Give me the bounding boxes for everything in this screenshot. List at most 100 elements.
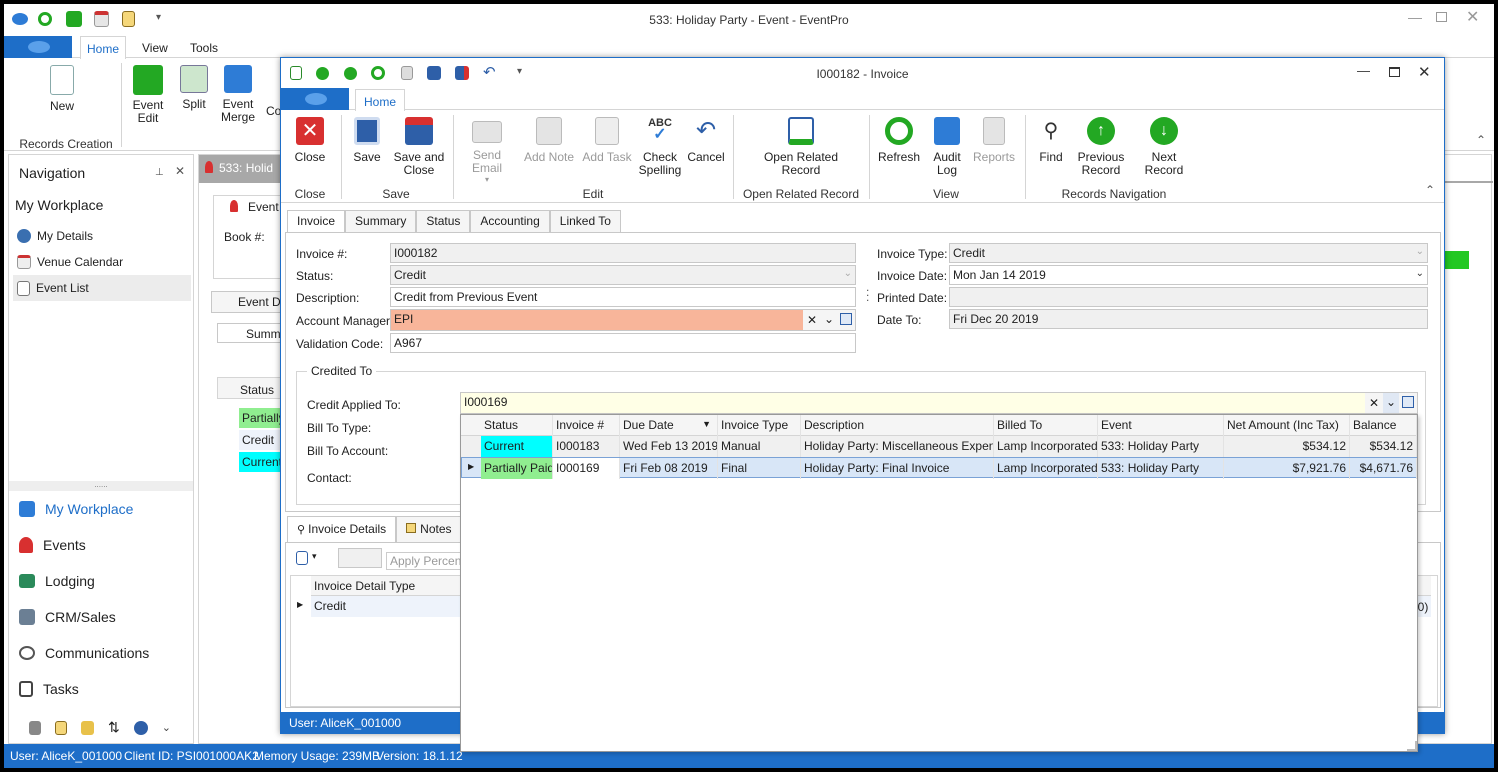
tab-notes[interactable]: Notes: [396, 516, 462, 542]
close-icon[interactable]: ✕: [1418, 63, 1431, 81]
validation-code-field[interactable]: A967: [390, 333, 856, 353]
tab-linked-to[interactable]: Linked To: [549, 210, 621, 232]
chevron-down-icon[interactable]: ⌄: [1416, 268, 1424, 279]
tab-home[interactable]: Home: [355, 89, 405, 111]
check-spelling-button[interactable]: ABC ✓ Check Spelling: [637, 117, 683, 177]
nav-close-icon[interactable]: ✕: [175, 164, 185, 178]
invoice-type-field[interactable]: Credit ⌄: [949, 243, 1428, 263]
col-due-date[interactable]: Due Date ▼: [620, 415, 718, 436]
bill-to-type-label: Bill To Type:: [307, 421, 372, 435]
next-record-button[interactable]: ↓ Next Record: [1131, 117, 1197, 177]
maximize-icon[interactable]: [1389, 67, 1400, 77]
undo-icon: ↶: [695, 117, 717, 144]
tab-status[interactable]: Status: [416, 210, 471, 232]
invoice-date-field[interactable]: Mon Jan 14 2019 ⌄: [949, 265, 1428, 285]
event-details-tab[interactable]: Event De: [211, 291, 291, 313]
col-status[interactable]: Status: [481, 415, 553, 436]
clear-icon[interactable]: ✕: [803, 310, 821, 330]
file-menu-button[interactable]: [281, 88, 349, 110]
save-and-close-button[interactable]: Save and Close: [393, 117, 445, 177]
lookup-icon[interactable]: [837, 310, 855, 330]
lookup-icon[interactable]: [1399, 393, 1417, 413]
close-icon[interactable]: ✕: [1466, 7, 1479, 27]
tab-invoice-details[interactable]: ⚲ Invoice Details: [287, 516, 397, 542]
chevron-down-icon[interactable]: ⌄: [821, 310, 837, 330]
col-balance[interactable]: Balance: [1350, 415, 1417, 436]
description-label: Description:: [296, 291, 360, 305]
event-doc-tab[interactable]: 533: Holid: [199, 155, 289, 181]
col-invoice-number[interactable]: Invoice #: [553, 415, 620, 436]
apply-percent-button[interactable]: Apply Percen: [386, 552, 466, 570]
bg-status-header: Status: [217, 377, 289, 399]
add-note-button[interactable]: Add Note: [521, 117, 577, 164]
maximize-icon[interactable]: [1436, 12, 1447, 22]
tab-summary[interactable]: Summary: [345, 210, 417, 232]
audit-log-button[interactable]: Audit Log: [927, 117, 967, 177]
documents-icon[interactable]: [81, 720, 94, 735]
pin-icon[interactable]: ⊥: [155, 167, 164, 178]
cancel-button[interactable]: ↶ Cancel: [685, 117, 727, 164]
find-button[interactable]: ⚲ Find: [1033, 117, 1069, 164]
new-button[interactable]: New: [42, 65, 82, 113]
col-billed-to[interactable]: Billed To: [994, 415, 1098, 436]
add-task-button[interactable]: Add Task: [579, 117, 635, 164]
new-document-icon[interactable]: [296, 551, 308, 565]
nav-item-venue-calendar[interactable]: Venue Calendar: [17, 255, 189, 269]
more-chevron-icon[interactable]: ⌄: [162, 721, 171, 734]
file-menu-button[interactable]: [4, 36, 72, 58]
status-field[interactable]: Credit ⌄: [390, 265, 856, 285]
credit-applied-field[interactable]: I000169 ✕ ⌄: [460, 392, 1418, 414]
nav-item-my-details[interactable]: My Details: [17, 229, 189, 243]
nav-crm-sales[interactable]: CRM/Sales: [19, 609, 116, 625]
nav-tasks[interactable]: Tasks: [19, 681, 79, 697]
date-to-field[interactable]: Fri Dec 20 2019: [949, 309, 1428, 329]
calculator-icon[interactable]: [29, 720, 41, 735]
account-manager-field[interactable]: EPI ✕ ⌄: [390, 309, 856, 331]
printed-date-field[interactable]: [949, 287, 1428, 307]
clear-icon[interactable]: ✕: [1365, 393, 1383, 413]
chevron-down-icon[interactable]: ⌄: [1383, 393, 1399, 413]
refresh-button[interactable]: Refresh: [875, 117, 923, 164]
event-edit-button[interactable]: Event Edit: [128, 65, 168, 125]
tab-view[interactable]: View: [142, 41, 168, 55]
splitter-handle[interactable]: ...: [866, 281, 869, 303]
tab-home[interactable]: Home: [80, 36, 126, 59]
row-expand-icon[interactable]: ▶: [297, 600, 303, 609]
previous-record-button[interactable]: ↑ Previous Record: [1073, 117, 1129, 177]
col-description[interactable]: Description: [801, 415, 994, 436]
tab-accounting[interactable]: Accounting: [470, 210, 550, 232]
tab-invoice[interactable]: Invoice: [287, 210, 346, 233]
nav-communications[interactable]: Communications: [19, 645, 149, 661]
notes-icon[interactable]: [55, 720, 67, 735]
nav-events[interactable]: Events: [19, 537, 86, 553]
save-button[interactable]: Save: [349, 117, 385, 164]
minimize-icon[interactable]: —: [1357, 63, 1370, 78]
description-field[interactable]: Credit from Previous Event: [390, 287, 856, 307]
send-email-button[interactable]: Send Email ▾: [459, 117, 515, 184]
nav-item-event-list[interactable]: Event List: [13, 275, 191, 301]
reports-button[interactable]: Reports: [971, 117, 1017, 164]
collapse-ribbon-icon[interactable]: ⌃: [1476, 133, 1486, 147]
nav-my-workplace[interactable]: My Workplace: [19, 501, 133, 517]
summary-tab[interactable]: Summar: [217, 323, 291, 343]
nav-splitter[interactable]: ......: [9, 481, 193, 491]
col-invoice-type[interactable]: Invoice Type: [718, 415, 801, 436]
nav-lodging[interactable]: Lodging: [19, 573, 95, 589]
table-row[interactable]: Current I000183 Wed Feb 13 2019 Manual H…: [461, 436, 1417, 457]
minimize-icon[interactable]: —: [1408, 9, 1422, 25]
table-row[interactable]: ▶ Partially Paid I000169 Fri Feb 08 2019…: [461, 457, 1417, 479]
collapse-ribbon-icon[interactable]: ⌃: [1425, 183, 1435, 197]
col-event[interactable]: Event: [1098, 415, 1224, 436]
invoice-number-field[interactable]: I000182: [390, 243, 856, 263]
sort-arrows-icon[interactable]: ⇅: [108, 719, 120, 736]
col-net-amount[interactable]: Net Amount (Inc Tax): [1224, 415, 1350, 436]
split-button[interactable]: Split: [174, 65, 214, 111]
event-merge-button[interactable]: Event Merge: [218, 65, 258, 124]
close-button[interactable]: ✕ Close: [291, 117, 329, 164]
dropdown-arrow-icon[interactable]: ▾: [312, 551, 317, 562]
percent-input[interactable]: [338, 548, 382, 568]
globe-icon[interactable]: [133, 720, 148, 735]
dropdown-resize-grip[interactable]: [1407, 741, 1417, 751]
open-related-record-button[interactable]: Open Related Record: [751, 117, 851, 177]
tab-tools[interactable]: Tools: [190, 41, 218, 55]
